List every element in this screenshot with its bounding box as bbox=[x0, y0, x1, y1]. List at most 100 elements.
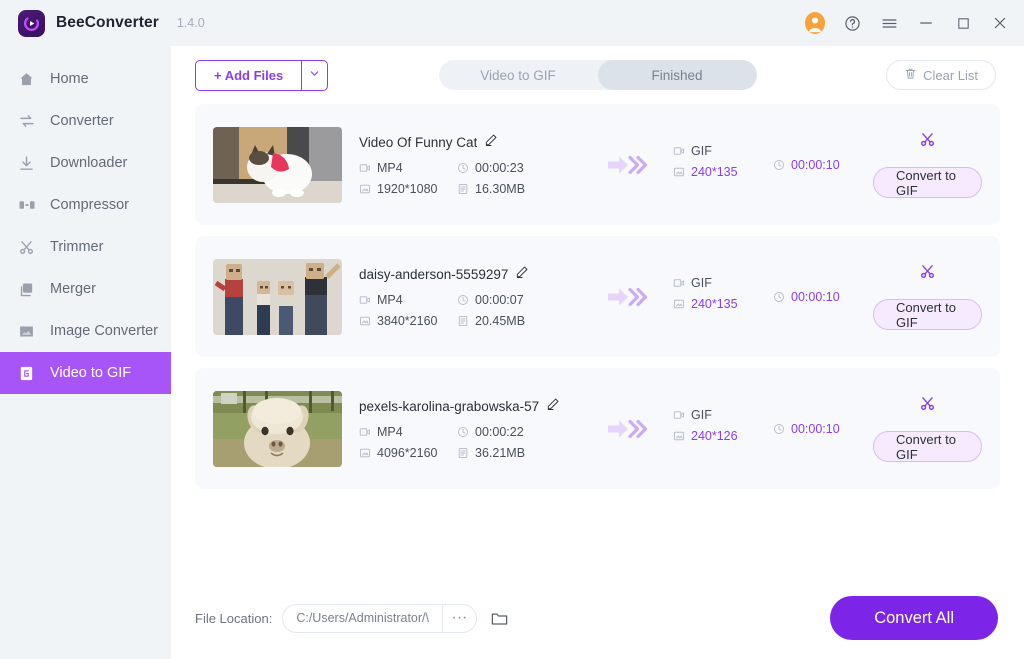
sidebar-item-trimmer[interactable]: Trimmer bbox=[0, 226, 171, 268]
file-resolution: 4096*2160 bbox=[359, 446, 457, 460]
table-row[interactable]: pexels-karolina-grabowska-57 MP4 00:00:2… bbox=[195, 368, 1000, 489]
file-format-value: MP4 bbox=[377, 424, 403, 439]
video-file-icon bbox=[673, 145, 685, 157]
mode-tabs: Video to GIF Finished bbox=[438, 60, 757, 90]
file-format: MP4 bbox=[359, 293, 457, 307]
row-actions: Convert to GIF bbox=[873, 395, 982, 462]
file-duration-value: 00:00:23 bbox=[475, 160, 524, 175]
output-format-value: GIF bbox=[691, 143, 712, 158]
sidebar-item-label: Image Converter bbox=[50, 323, 158, 339]
gif-file-icon bbox=[17, 364, 36, 383]
file-format: MP4 bbox=[359, 161, 457, 175]
clear-list-button[interactable]: Clear List bbox=[886, 60, 996, 90]
app-brand: BeeConverter 1.4.0 bbox=[18, 9, 205, 37]
add-files-dropdown-button[interactable] bbox=[301, 60, 327, 90]
sidebar-item-label: Home bbox=[50, 71, 89, 87]
tab-video-to-gif[interactable]: Video to GIF bbox=[439, 60, 598, 90]
video-file-icon bbox=[359, 426, 371, 438]
clock-icon bbox=[457, 426, 469, 438]
app-version: 1.4.0 bbox=[176, 16, 205, 30]
file-location-field[interactable]: C:/Users/Administrator/\ ··· bbox=[282, 603, 477, 633]
pencil-edit-icon[interactable] bbox=[546, 397, 560, 416]
output-format: GIF bbox=[673, 276, 773, 290]
output-resolution: 240*135 bbox=[673, 297, 773, 311]
beeconverter-window: BeeConverter 1.4.0 Home Converter Downlo… bbox=[0, 0, 1024, 659]
output-duration-value: 00:00:10 bbox=[791, 422, 840, 436]
sidebar-item-image-converter[interactable]: Image Converter bbox=[0, 310, 171, 352]
file-info: Video Of Funny Cat MP4 00:00:23 1920*108… bbox=[359, 134, 591, 196]
file-location-more-button[interactable]: ··· bbox=[442, 604, 476, 632]
sidebar-item-downloader[interactable]: Downloader bbox=[0, 142, 171, 184]
scissors-icon[interactable] bbox=[919, 395, 936, 417]
file-resolution-value: 4096*2160 bbox=[377, 445, 438, 460]
title-bar: BeeConverter 1.4.0 bbox=[0, 0, 1024, 46]
compress-icon bbox=[17, 196, 36, 215]
sidebar-item-video-to-gif[interactable]: Video to GIF bbox=[0, 352, 171, 394]
convert-to-gif-button[interactable]: Convert to GIF bbox=[873, 299, 982, 330]
clock-icon bbox=[773, 423, 785, 435]
output-duration: 00:00:10 bbox=[773, 276, 840, 318]
output-format-col: GIF 240*135 bbox=[673, 144, 773, 186]
main-panel: + Add Files Video to GIF Finished Clear … bbox=[171, 46, 1024, 659]
sidebar-item-home[interactable]: Home bbox=[0, 58, 171, 100]
convert-all-button[interactable]: Convert All bbox=[830, 596, 998, 640]
cat-in-red-bow-thumbnail bbox=[213, 126, 342, 203]
output-format: GIF bbox=[673, 408, 773, 422]
file-name-row: Video Of Funny Cat bbox=[359, 134, 591, 152]
minimize-button[interactable] bbox=[916, 13, 936, 33]
file-format-value: MP4 bbox=[377, 292, 403, 307]
sidebar-item-converter[interactable]: Converter bbox=[0, 100, 171, 142]
file-size: 36.21MB bbox=[457, 446, 591, 460]
file-meta: MP4 00:00:07 3840*2160 20.45MB bbox=[359, 293, 591, 328]
table-row[interactable]: Video Of Funny Cat MP4 00:00:23 1920*108… bbox=[195, 104, 1000, 225]
download-icon bbox=[17, 154, 36, 173]
family-paper-bag-masks-thumbnail bbox=[213, 258, 342, 335]
pencil-edit-icon[interactable] bbox=[515, 265, 529, 284]
scissors-icon[interactable] bbox=[919, 263, 936, 285]
convert-arrow-icon bbox=[591, 417, 663, 441]
tab-finished[interactable]: Finished bbox=[597, 60, 757, 90]
file-resolution: 3840*2160 bbox=[359, 314, 457, 328]
chevron-down-icon bbox=[309, 66, 320, 84]
file-duration: 00:00:07 bbox=[457, 293, 591, 307]
close-button[interactable] bbox=[990, 13, 1010, 33]
file-meta: MP4 00:00:22 4096*2160 36.21MB bbox=[359, 425, 591, 460]
file-name: Video Of Funny Cat bbox=[359, 135, 478, 150]
maximize-button[interactable] bbox=[953, 13, 973, 33]
resolution-icon bbox=[359, 183, 371, 195]
help-button[interactable] bbox=[842, 13, 862, 33]
scissors-icon[interactable] bbox=[919, 131, 936, 153]
main-toolbar: + Add Files Video to GIF Finished Clear … bbox=[171, 46, 1024, 104]
clock-icon bbox=[457, 162, 469, 174]
bottom-bar: File Location: C:/Users/Administrator/\ … bbox=[171, 577, 1024, 659]
add-files-button[interactable]: + Add Files bbox=[196, 61, 301, 90]
image-icon bbox=[17, 322, 36, 341]
convert-arrow-icon bbox=[591, 153, 663, 177]
clear-list-label: Clear List bbox=[923, 67, 978, 83]
file-name-row: daisy-anderson-5559297 bbox=[359, 266, 591, 284]
add-files-group: + Add Files bbox=[195, 59, 329, 91]
output-resolution-value: 240*126 bbox=[691, 428, 738, 443]
output-resolution-value: 240*135 bbox=[691, 164, 738, 179]
output-info: GIF 240*135 00:00:10 bbox=[663, 144, 873, 186]
video-file-icon bbox=[673, 277, 685, 289]
table-row[interactable]: daisy-anderson-5559297 MP4 00:00:07 3840… bbox=[195, 236, 1000, 357]
toolbar-right: Clear List bbox=[886, 60, 996, 90]
menu-button[interactable] bbox=[879, 13, 899, 33]
resolution-icon bbox=[673, 166, 685, 178]
row-actions: Convert to GIF bbox=[873, 131, 982, 198]
sidebar-item-compressor[interactable]: Compressor bbox=[0, 184, 171, 226]
file-name-row: pexels-karolina-grabowska-57 bbox=[359, 398, 591, 416]
account-avatar[interactable] bbox=[805, 12, 825, 34]
convert-to-gif-button[interactable]: Convert to GIF bbox=[873, 431, 982, 462]
pencil-edit-icon[interactable] bbox=[484, 133, 498, 152]
row-actions: Convert to GIF bbox=[873, 263, 982, 330]
sidebar-item-merger[interactable]: Merger bbox=[0, 268, 171, 310]
output-format-value: GIF bbox=[691, 275, 712, 290]
file-name: pexels-karolina-grabowska-57 bbox=[359, 399, 540, 414]
app-body: Home Converter Downloader Compressor Tri… bbox=[0, 46, 1024, 659]
folder-open-icon[interactable] bbox=[490, 609, 509, 628]
output-format-value: GIF bbox=[691, 407, 712, 422]
output-info: GIF 240*135 00:00:10 bbox=[663, 276, 873, 318]
convert-to-gif-button[interactable]: Convert to GIF bbox=[873, 167, 982, 198]
